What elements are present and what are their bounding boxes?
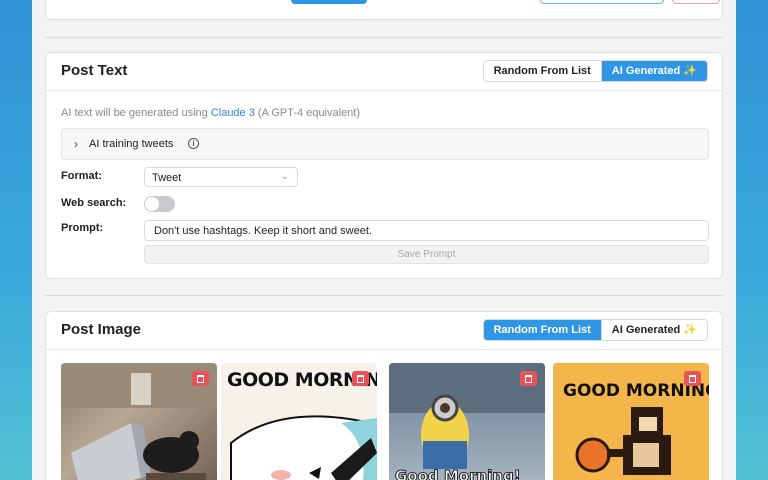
post-image-header: Post Image Random From List AI Generated… [46, 312, 722, 350]
accordion-label: AI training tweets [89, 138, 174, 150]
toggle-knob [145, 197, 159, 211]
image-thumb-cat-laptop[interactable] [61, 363, 217, 480]
save-prompt-button[interactable]: Save Prompt [144, 245, 709, 264]
divider [45, 37, 723, 38]
image-caption: Good Morning! [395, 467, 522, 480]
claude-link[interactable]: Claude 3 [211, 107, 255, 119]
random-from-list-button[interactable]: Random From List [483, 61, 601, 81]
post-image-source-toggle: Random From List AI Generated ✨ [482, 319, 708, 341]
ai-generated-button[interactable]: AI Generated ✨ [600, 61, 707, 81]
chevron-down-icon: ⌄ [280, 171, 289, 182]
post-text-card: Post Text Random From List AI Generated … [45, 52, 723, 279]
top-outline-button[interactable] [540, 0, 664, 4]
chevron-right-icon: › [74, 137, 78, 151]
faint-top-text: · · · · · [68, 0, 96, 5]
image-thumb-minion[interactable]: Good Morning! [389, 363, 545, 480]
web-search-toggle[interactable] [144, 196, 175, 212]
web-search-label: Web search: [61, 197, 127, 209]
divider [45, 295, 723, 296]
top-primary-button[interactable] [291, 0, 367, 4]
info-icon[interactable]: i [188, 138, 199, 149]
post-text-source-toggle: Random From List AI Generated ✨ [482, 60, 708, 82]
ai-generated-button[interactable]: AI Generated ✨ [600, 320, 707, 340]
image-thumb-good-morning-monkey[interactable]: GOOD MORNING [553, 363, 709, 480]
ai-note-prefix: AI text will be generated using [61, 107, 211, 119]
format-label: Format: [61, 170, 102, 182]
post-text-title: Post Text [61, 62, 128, 79]
app-frame: · · · · · Post Text Random From List AI … [32, 0, 736, 480]
ai-note: AI text will be generated using Claude 3… [61, 107, 360, 119]
delete-image-button[interactable] [192, 371, 209, 386]
top-card-partial: · · · · · [45, 0, 723, 20]
delete-image-button[interactable] [684, 371, 701, 386]
ai-training-tweets-accordion[interactable]: › AI training tweets i [61, 128, 709, 160]
top-danger-button[interactable] [672, 0, 720, 4]
delete-image-button[interactable] [520, 371, 537, 386]
post-image-title: Post Image [61, 321, 142, 338]
format-value: Tweet [152, 172, 182, 184]
prompt-input[interactable]: Don't use hashtags. Keep it short and sw… [144, 220, 709, 241]
format-select[interactable]: Tweet ⌄ [144, 167, 298, 187]
ai-note-suffix: (A GPT-4 equivalent) [254, 107, 361, 119]
delete-image-button[interactable] [352, 371, 369, 386]
post-text-header: Post Text Random From List AI Generated … [46, 53, 722, 91]
random-from-list-button[interactable]: Random From List [483, 320, 601, 340]
image-thumb-good-morning-penguin[interactable]: GOOD MORNING [221, 363, 377, 480]
prompt-label: Prompt: [61, 222, 104, 234]
prompt-value: Don't use hashtags. Keep it short and sw… [154, 225, 372, 237]
